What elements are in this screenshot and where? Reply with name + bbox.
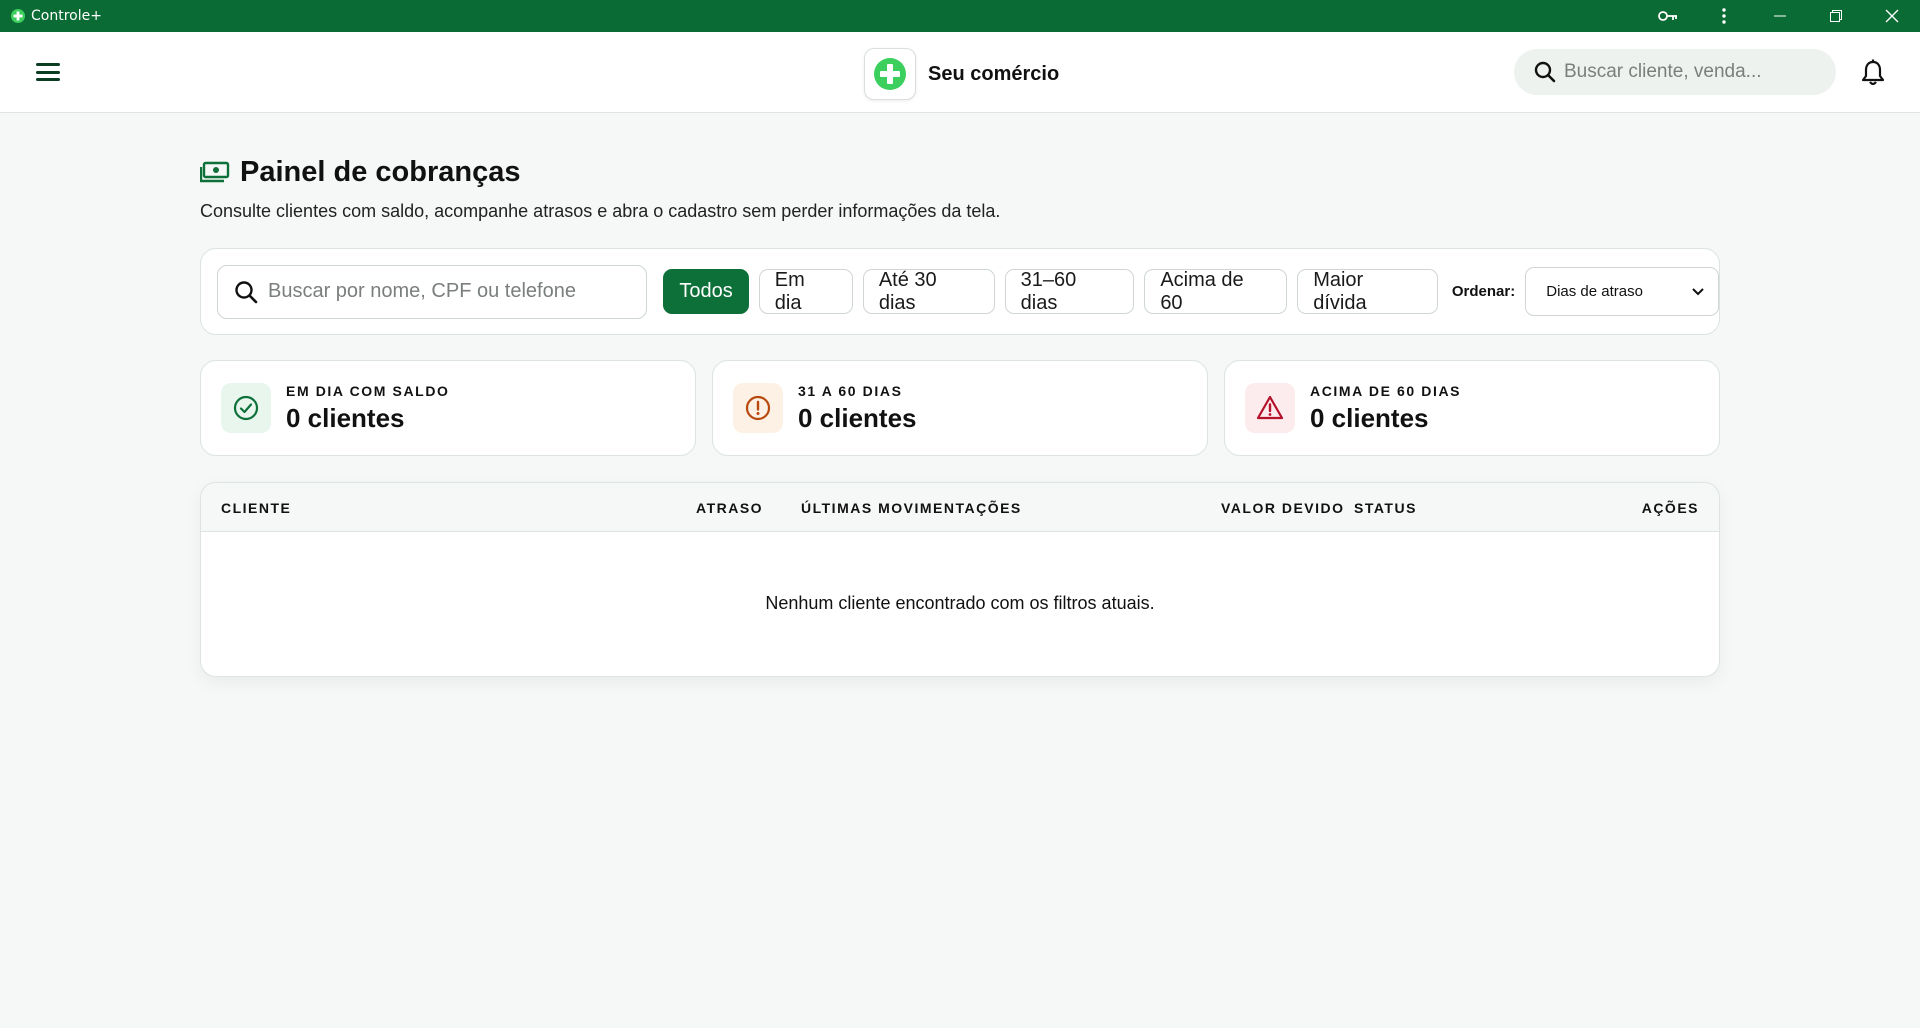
filter-chips: Todos Em dia Até 30 dias 31–60 dias Acim… <box>663 269 1448 314</box>
key-icon[interactable] <box>1640 0 1696 32</box>
stat-card-31-60: 31 A 60 DIAS 0 clientes <box>712 360 1208 456</box>
stat-value: 0 clientes <box>1310 402 1429 433</box>
empty-state-message: Nenhum cliente encontrado com os filtros… <box>765 593 1155 613</box>
order-select-value: Dias de atraso <box>1546 283 1643 300</box>
column-header-valor[interactable]: VALOR DEVIDO <box>1221 500 1345 516</box>
page-heading: Painel de cobranças <box>200 156 520 189</box>
column-header-status: STATUS <box>1354 500 1417 516</box>
stat-card-acima-60: ACIMA DE 60 DIAS 0 clientes <box>1224 360 1720 456</box>
bell-icon[interactable] <box>1860 59 1886 87</box>
minimize-icon[interactable] <box>1752 0 1808 32</box>
more-vertical-icon[interactable] <box>1696 0 1752 32</box>
column-header-movimentacoes: ÚLTIMAS MOVIMENTAÇÕES <box>801 500 1022 516</box>
search-icon <box>1534 61 1556 83</box>
close-icon[interactable] <box>1864 0 1920 32</box>
stat-label: ACIMA DE 60 DIAS <box>1310 382 1462 399</box>
brand-name: Seu comércio <box>928 62 1060 85</box>
brand[interactable]: Seu comércio <box>864 48 1059 100</box>
search-icon <box>235 280 258 303</box>
restore-icon[interactable] <box>1808 0 1864 32</box>
stat-label: 31 A 60 DIAS <box>798 382 903 399</box>
chip-todos[interactable]: Todos <box>663 269 749 314</box>
chip-acima-de-60[interactable]: Acima de 60 <box>1144 269 1288 314</box>
summary-cards: EM DIA COM SALDO 0 clientes 31 A 60 DIAS… <box>200 360 1720 456</box>
chip-em-dia[interactable]: Em dia <box>758 269 853 314</box>
brand-logo-icon <box>864 48 916 100</box>
global-search-input[interactable] <box>1564 61 1824 83</box>
chevron-down-icon <box>1692 287 1704 295</box>
window-title: Controle+ <box>31 8 102 24</box>
filter-bar: Todos Em dia Até 30 dias 31–60 dias Acim… <box>200 248 1720 335</box>
order-select[interactable]: Dias de atraso <box>1525 267 1719 316</box>
money-icon <box>200 161 230 182</box>
alert-circle-icon <box>733 383 783 433</box>
column-header-acoes: AÇÕES <box>1641 500 1699 516</box>
client-search-input[interactable] <box>268 280 638 303</box>
clients-table: CLIENTE ATRASO ÚLTIMAS MOVIMENTAÇÕES VAL… <box>200 482 1720 677</box>
column-header-cliente[interactable]: CLIENTE <box>221 500 291 516</box>
page-subtitle: Consulte clientes com saldo, acompanhe a… <box>200 201 1001 221</box>
global-search[interactable] <box>1514 49 1836 95</box>
stat-value: 0 clientes <box>286 402 405 433</box>
table-header: CLIENTE ATRASO ÚLTIMAS MOVIMENTAÇÕES VAL… <box>201 483 1719 532</box>
chip-maior-divida[interactable]: Maior dívida <box>1297 269 1438 314</box>
window-titlebar: Controle+ <box>0 0 1920 32</box>
app-header: Seu comércio <box>0 32 1920 113</box>
warning-triangle-icon <box>1245 383 1295 433</box>
column-header-atraso[interactable]: ATRASO <box>696 500 763 516</box>
stat-card-em-dia: EM DIA COM SALDO 0 clientes <box>200 360 696 456</box>
app-plus-icon <box>11 9 25 23</box>
chip-ate-30-dias[interactable]: Até 30 dias <box>862 269 995 314</box>
order-label: Ordenar: <box>1451 283 1516 300</box>
hamburger-menu-icon[interactable] <box>34 60 62 84</box>
chip-31-60-dias[interactable]: 31–60 dias <box>1004 269 1135 314</box>
stat-value: 0 clientes <box>798 402 917 433</box>
check-circle-icon <box>221 383 271 433</box>
page-title: Painel de cobranças <box>240 156 521 188</box>
stat-label: EM DIA COM SALDO <box>286 382 450 399</box>
client-search[interactable] <box>217 264 648 319</box>
